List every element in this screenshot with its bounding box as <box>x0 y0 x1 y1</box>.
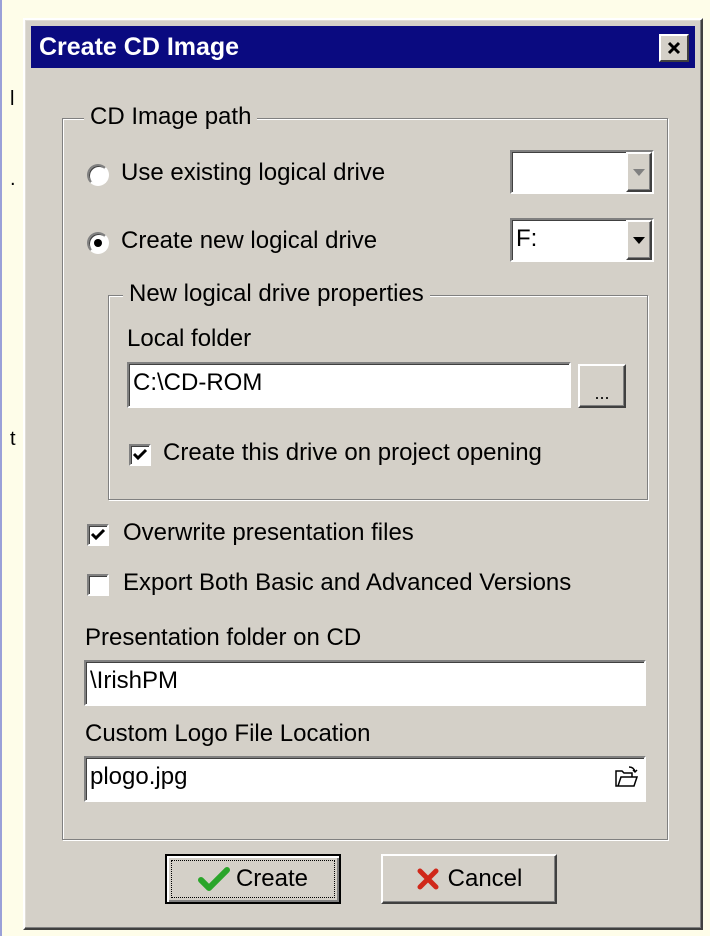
cd-image-path-group-label: CD Image path <box>84 103 258 131</box>
checkmark-icon <box>132 448 148 461</box>
export-both-versions-checkbox[interactable] <box>87 574 109 596</box>
presentation-folder-label: Presentation folder on CD <box>85 624 362 651</box>
new-drive-properties-group-label: New logical drive properties <box>123 280 430 308</box>
overwrite-files-checkbox[interactable] <box>87 524 109 546</box>
use-existing-drive-radio[interactable] <box>87 164 109 186</box>
chevron-down-icon <box>633 168 645 176</box>
background-text-fragment: l <box>10 88 15 110</box>
presentation-folder-input[interactable]: \IrishPM <box>84 660 646 706</box>
dialog-title: Create CD Image <box>39 33 240 61</box>
create-button[interactable]: Create <box>165 854 341 904</box>
new-drive-letter-value: F: <box>516 225 538 252</box>
create-new-drive-radio[interactable] <box>87 232 109 254</box>
browse-ellipsis-label: ... <box>594 383 610 403</box>
custom-logo-label: Custom Logo File Location <box>85 720 371 747</box>
use-existing-drive-label[interactable]: Use existing logical drive <box>121 159 385 187</box>
local-folder-label: Local folder <box>127 325 252 352</box>
page-left-border <box>0 0 2 936</box>
custom-logo-value: plogo.jpg <box>90 763 188 790</box>
cancel-x-icon <box>417 868 439 890</box>
create-on-open-label[interactable]: Create this drive on project opening <box>163 439 542 467</box>
presentation-folder-value: \IrishPM <box>90 667 179 694</box>
custom-logo-input[interactable]: plogo.jpg <box>84 756 646 802</box>
create-cd-image-dialog: Create CD Image CD Image path Use existi… <box>23 18 703 930</box>
close-button[interactable] <box>659 34 689 62</box>
chevron-down-icon <box>633 236 645 244</box>
checkmark-icon <box>90 528 106 541</box>
focus-rectangle <box>171 860 335 898</box>
export-both-versions-label[interactable]: Export Both Basic and Advanced Versions <box>123 569 571 597</box>
browse-folder-button[interactable]: ... <box>578 364 626 408</box>
radio-selected-dot <box>94 239 102 247</box>
existing-drive-dropdown-button <box>626 152 652 192</box>
create-on-open-checkbox[interactable] <box>129 444 151 466</box>
cancel-button[interactable]: Cancel <box>381 854 557 904</box>
new-drive-dropdown-button[interactable] <box>626 220 652 260</box>
overwrite-files-label[interactable]: Overwrite presentation files <box>123 519 414 547</box>
cancel-button-label: Cancel <box>447 865 523 892</box>
new-drive-letter-select[interactable]: F: <box>510 218 654 262</box>
open-file-button[interactable] <box>612 764 640 792</box>
local-folder-value: C:\CD-ROM <box>133 369 263 396</box>
open-folder-icon <box>615 766 639 787</box>
dialog-titlebar[interactable]: Create CD Image <box>31 26 695 68</box>
background-text-fragment: t <box>10 428 16 450</box>
local-folder-input[interactable]: C:\CD-ROM <box>127 362 571 408</box>
existing-drive-select <box>510 150 654 194</box>
close-icon <box>667 41 681 55</box>
background-text-fragment: . <box>10 168 16 190</box>
create-new-drive-label[interactable]: Create new logical drive <box>121 227 377 255</box>
